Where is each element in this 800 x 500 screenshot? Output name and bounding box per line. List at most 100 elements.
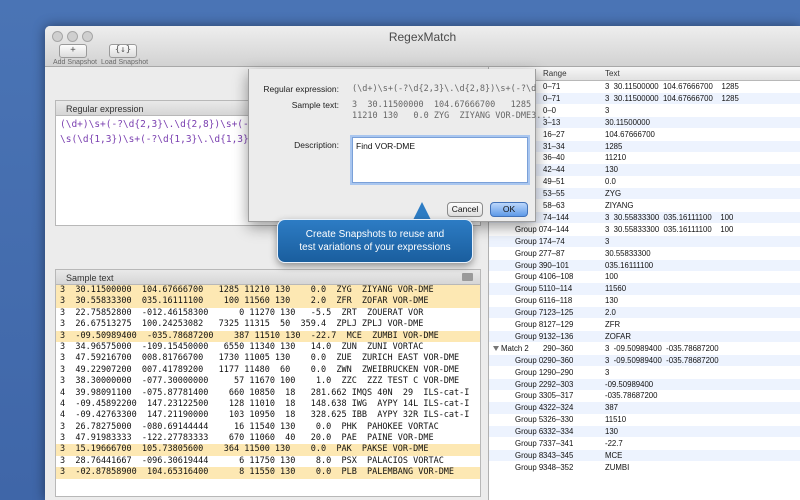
result-row[interactable]: Group 5 110–114 11560 <box>489 283 800 295</box>
description-input[interactable]: Find VOR-DME <box>352 137 528 183</box>
result-label: Group 5 <box>515 284 544 294</box>
result-text: ZYG <box>605 189 622 199</box>
add-snapshot-button[interactable]: + Add Snapshot <box>53 44 97 66</box>
sample-line: 3 47.59216700 008.81766700 1730 11005 13… <box>60 353 460 364</box>
result-range: 42–44 <box>543 165 565 175</box>
result-text: ZFR <box>605 320 621 329</box>
result-text: 30.55833300 <box>605 248 651 258</box>
result-row[interactable]: Group 1 74–74 3 <box>489 235 800 247</box>
result-text: -09.50989400 <box>605 379 654 389</box>
sample-value-line-2: 11210 130 0.0 ZYG ZIYANG VOR-DME3... <box>352 111 552 121</box>
result-range: 348–352 <box>543 462 574 472</box>
result-row[interactable]: Group 3 305–317 -035.78687200 <box>489 390 800 401</box>
sample-line: 3 49.22907200 007.41789200 1177 11480 60… <box>60 364 460 375</box>
sample-line: 3 30.55833300 035.16111100 100 11560 130… <box>56 296 480 308</box>
result-text: 3 <box>605 236 610 246</box>
result-row[interactable]: Group 9 348–352 ZUMBI <box>489 462 800 473</box>
result-row[interactable]: Group 8 127–129 ZFR <box>489 319 800 330</box>
result-row[interactable]: Group 6 332–334 130 <box>489 426 800 438</box>
result-range: 49–51 <box>543 177 565 187</box>
result-row[interactable]: Group 2 292–303 -09.50989400 <box>489 378 800 390</box>
result-range: 290–360 <box>543 343 574 353</box>
result-range: 106–108 <box>543 272 574 282</box>
result-text: 130 <box>605 296 619 306</box>
titlebar: RegexMatch + Add Snapshot {↓} Load Snaps… <box>45 26 800 67</box>
cancel-button[interactable]: Cancel <box>447 202 483 217</box>
disclosure-triangle-icon[interactable] <box>493 345 499 351</box>
result-row[interactable]: Group 5 326–330 11510 <box>489 414 800 425</box>
result-range: 0–71 <box>543 93 561 103</box>
regex-label: Regular expression: <box>263 84 339 94</box>
result-label: Group 1 <box>515 367 544 377</box>
result-text: 3 30.55833300 035.16111100 100 <box>605 212 734 222</box>
result-text: 3 30.55833300 035.16111100 100 <box>605 224 734 234</box>
add-snapshot-sheet: Regular expression: (\d+)\s+(-?\d{2,3}\.… <box>248 69 552 222</box>
result-range: 343–345 <box>543 450 574 460</box>
result-label: Group 9 <box>515 331 544 341</box>
result-row[interactable]: Group 2 77–87 30.55833300 <box>489 248 800 259</box>
load-snapshot-button[interactable]: {↓} Load Snapshot <box>101 44 149 66</box>
result-text: ZIYANG <box>605 201 634 210</box>
result-label: Group 0 <box>515 224 544 234</box>
result-label: Group 4 <box>515 403 544 413</box>
result-label: Group 4 <box>515 272 544 282</box>
result-row[interactable]: Group 4 106–108 100 <box>489 271 800 282</box>
ok-button[interactable]: OK <box>490 202 528 217</box>
load-snapshot-label: Load Snapshot <box>101 59 149 66</box>
result-range: 337–341 <box>543 439 574 448</box>
result-row[interactable]: Group 0 74–144 3 30.55833300 035.16111100 … <box>489 224 800 235</box>
sample-line: 4 -09.42763300 147.21190000 103 10950 18… <box>60 410 470 421</box>
sample-line: 3 38.30000000 -077.30000000 57 11670 100… <box>60 376 460 387</box>
app-window: RegexMatch + Add Snapshot {↓} Load Snaps… <box>45 26 800 500</box>
sample-label: Sample text: <box>291 100 339 110</box>
result-label: Group 1 <box>515 236 544 246</box>
result-label: Group 6 <box>515 296 544 306</box>
result-text: 0.0 <box>605 177 616 187</box>
result-text: 30.11500000 <box>605 117 650 127</box>
sample-text-editor[interactable]: 3 30.11500000 104.67666700 1285 11210 13… <box>55 285 481 497</box>
result-row[interactable]: Group 9 132–136 ZOFAR <box>489 330 800 343</box>
result-text: 3 -09.50989400 -035.78687200 <box>605 343 719 353</box>
result-text: -22.7 <box>605 439 623 448</box>
result-text: 2.0 <box>605 308 616 318</box>
result-row[interactable]: Match 2 290–360 3 -09.50989400 -035.786872… <box>489 343 800 354</box>
add-snapshot-label: Add Snapshot <box>53 59 97 66</box>
result-text: -035.78687200 <box>605 391 658 401</box>
result-range: 110–114 <box>543 284 573 294</box>
callout-arrow <box>413 202 431 220</box>
folder-icon[interactable] <box>462 273 473 281</box>
result-row[interactable]: Group 1 290–290 3 <box>489 367 800 378</box>
result-range: 127–129 <box>543 320 574 329</box>
text-column-header[interactable]: Text <box>605 69 620 78</box>
sample-line: 3 26.67513275 100.24253082 7325 11315 50… <box>60 319 424 330</box>
sample-line: 3 30.11500000 104.67666700 1285 11210 13… <box>56 285 480 297</box>
result-label: Group 7 <box>515 439 544 448</box>
sample-line: 3 28.76441667 -096.30619444 6 11750 130 … <box>60 455 444 466</box>
result-label: Group 6 <box>515 427 544 437</box>
result-row[interactable]: Group 7 337–341 -22.7 <box>489 438 800 449</box>
result-text: 100 <box>605 272 619 282</box>
sample-line: 4 39.98091100 -075.87781400 660 10850 18… <box>60 387 470 398</box>
result-label: Match 2 <box>501 343 529 353</box>
result-row[interactable]: Group 6 116–118 130 <box>489 295 800 306</box>
result-text: 11210 <box>605 153 627 163</box>
result-row[interactable]: Group 7 123–125 2.0 <box>489 307 800 319</box>
sample-line: 3 34.96575000 -109.15450000 6550 11340 1… <box>60 341 424 352</box>
result-range: 74–74 <box>543 236 565 246</box>
result-row[interactable]: Group 0 290–360 3 -09.50989400 -035.786872… <box>489 354 800 366</box>
result-row[interactable]: Group 3 90–101 035.16111100 <box>489 259 800 271</box>
range-column-header[interactable]: Range <box>543 69 567 78</box>
result-range: 36–40 <box>543 153 565 163</box>
result-range: 123–125 <box>543 308 574 318</box>
result-range: 58–63 <box>543 201 565 210</box>
window-title: RegexMatch <box>388 30 457 44</box>
result-row[interactable]: Group 4 322–324 387 <box>489 402 800 414</box>
sample-line: 3 -09.50989400 -035.78687200 387 11510 1… <box>56 330 480 342</box>
result-text: 130 <box>605 165 619 175</box>
result-text: 11510 <box>605 415 627 425</box>
result-row[interactable]: Group 8 343–345 MCE <box>489 449 800 462</box>
sample-line: 3 15.19666700 105.73805600 364 11500 130… <box>56 444 480 456</box>
result-range: 16–27 <box>543 129 565 139</box>
result-label: Group 8 <box>515 320 544 329</box>
result-text: ZUMBI <box>605 462 630 472</box>
